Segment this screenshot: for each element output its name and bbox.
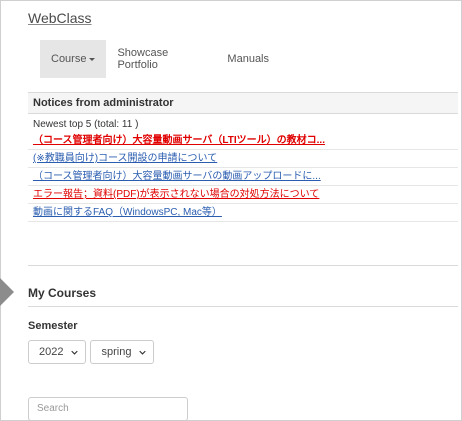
notice-item: エラー報告；資料(PDF)が表示されない場合の対処方法について	[28, 186, 458, 204]
semester-label: Semester	[28, 320, 78, 332]
notice-link[interactable]: エラー報告；資料(PDF)が表示されない場合の対処方法について	[33, 189, 319, 200]
course-search-input[interactable]: Search	[28, 397, 188, 421]
term-select-value: spring	[101, 346, 132, 358]
chevron-down-icon	[71, 350, 79, 355]
nav-manuals[interactable]: Manuals	[216, 40, 280, 78]
page: WebClass Course Showcase Portfolio Manua…	[18, 0, 458, 421]
nav-showcase-portfolio[interactable]: Showcase Portfolio	[106, 40, 216, 78]
notice-link[interactable]: 動画に関するFAQ（WindowsPC, Mac等）	[33, 207, 222, 218]
year-select[interactable]: 2022	[28, 340, 87, 364]
year-select-value: 2022	[39, 346, 64, 358]
nav-course[interactable]: Course	[40, 40, 107, 78]
term-select[interactable]: spring	[90, 340, 155, 364]
notice-link[interactable]: （コース管理者向け）大容量動画サーバの動画アップロードに...	[33, 171, 321, 182]
notices-newest-count: Newest top 5 (total: 11 )	[33, 119, 139, 130]
notice-link[interactable]: （コース管理者向け）大容量動画サーバ（LTIツール）の教材コ...	[33, 135, 325, 146]
main-navbar: Course Showcase Portfolio Manuals	[40, 40, 280, 78]
my-courses-title: My Courses	[28, 286, 97, 300]
notices-title: Notices from administrator	[28, 93, 458, 114]
brand-link[interactable]: WebClass	[28, 10, 92, 26]
notice-item: （コース管理者向け）大容量動画サーバ（LTIツール）の教材コ...	[28, 132, 458, 150]
chevron-down-icon	[139, 350, 147, 355]
expand-arrow-icon[interactable]	[0, 278, 14, 306]
notice-item: (※教職員向け)コース開設の申請について	[28, 150, 458, 168]
semester-selects: 2022 spring	[28, 340, 155, 364]
notice-list: （コース管理者向け）大容量動画サーバ（LTIツール）の教材コ... (※教職員向…	[28, 132, 458, 222]
caret-down-icon	[89, 57, 96, 61]
notice-item: 動画に関するFAQ（WindowsPC, Mac等）	[28, 204, 458, 222]
my-courses-header: My Courses	[28, 276, 458, 307]
nav-course-label: Course	[51, 53, 87, 65]
notices-panel: Notices from administrator Newest top 5 …	[28, 92, 458, 266]
notice-item: （コース管理者向け）大容量動画サーバの動画アップロードに...	[28, 168, 458, 186]
notice-link[interactable]: (※教職員向け)コース開設の申請について	[33, 153, 217, 164]
